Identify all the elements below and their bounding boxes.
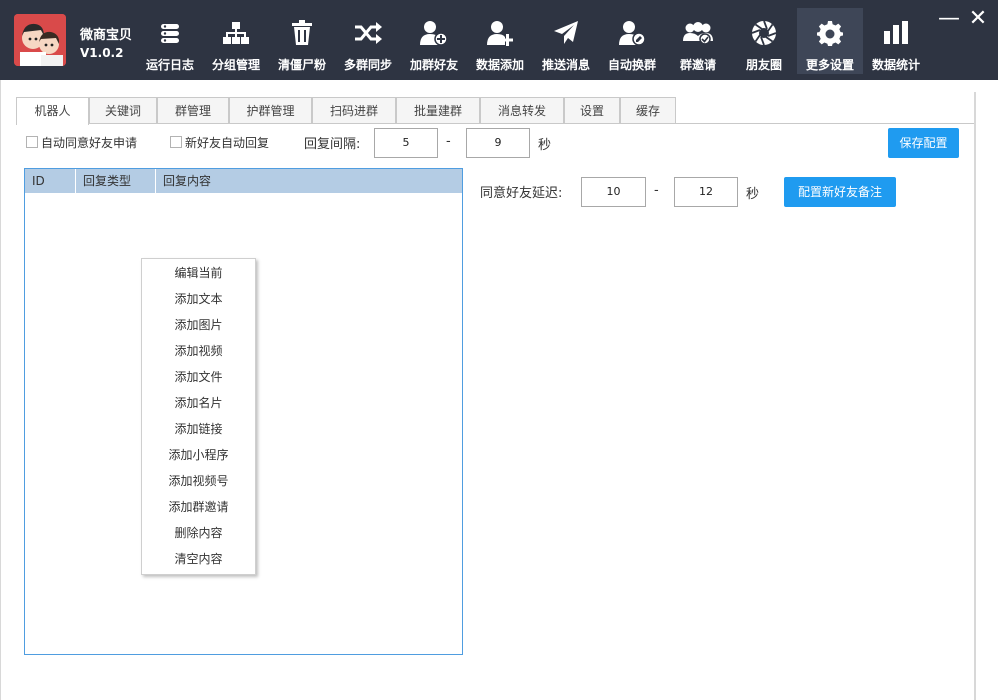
minimize-button[interactable]: — — [936, 6, 962, 32]
nav-label: 群邀请 — [679, 58, 716, 72]
panel-right-border — [974, 92, 976, 700]
tab-divider — [16, 123, 974, 124]
menu-item-add-file[interactable]: 添加文件 — [142, 364, 255, 390]
nav-label: 更多设置 — [805, 58, 854, 72]
tab-robot[interactable]: 机器人 — [16, 97, 89, 125]
menu-item-add-channels[interactable]: 添加视频号 — [142, 468, 255, 494]
context-menu: 编辑当前 添加文本 添加图片 添加视频 添加文件 添加名片 添加链接 添加小程序… — [141, 258, 256, 575]
nav-label: 清僵尸粉 — [277, 58, 326, 72]
nav-group-invite[interactable]: 群邀请 — [665, 8, 731, 74]
nav-label: 分组管理 — [211, 58, 260, 72]
auto-accept-label: 自动同意好友申请 — [41, 136, 138, 150]
menu-item-clear-content[interactable]: 清空内容 — [142, 546, 255, 572]
new-friend-reply-label: 新好友自动回复 — [185, 136, 270, 150]
group-invite-icon — [665, 20, 731, 46]
tab-message-forward[interactable]: 消息转发 — [480, 97, 564, 124]
tab-batch-create[interactable]: 批量建群 — [396, 97, 480, 124]
reply-interval-min-input[interactable]: 5 — [374, 128, 438, 158]
add-user-icon — [467, 20, 533, 46]
nav-add-group-friend[interactable]: 加群好友 — [401, 8, 467, 74]
nav-label: 自动换群 — [607, 58, 656, 72]
reply-interval-max-input[interactable]: 9 — [466, 128, 530, 158]
send-icon — [533, 20, 599, 46]
range-dash: - — [446, 134, 451, 149]
menu-item-add-text[interactable]: 添加文本 — [142, 286, 255, 312]
nav-label: 推送消息 — [541, 58, 590, 72]
nav-label: 加群好友 — [409, 58, 458, 72]
nav-label: 运行日志 — [145, 58, 194, 72]
panel-left-border — [0, 80, 1, 700]
seconds-unit: 秒 — [746, 187, 760, 202]
menu-item-add-group-invite[interactable]: 添加群邀请 — [142, 494, 255, 520]
new-friend-reply-checkbox[interactable] — [170, 136, 182, 148]
tab-group-manage[interactable]: 群管理 — [157, 97, 229, 124]
accept-delay-label: 同意好友延迟: — [480, 186, 563, 201]
shuffle-icon — [335, 20, 401, 46]
nav-label: 朋友圈 — [745, 58, 782, 72]
close-button[interactable]: ✕ — [965, 6, 991, 32]
gear-icon — [797, 20, 863, 46]
trash-icon — [269, 20, 335, 46]
group-tree-icon — [203, 20, 269, 46]
tab-cache[interactable]: 缓存 — [620, 97, 676, 124]
nav-moments[interactable]: 朋友圈 — [731, 8, 797, 74]
add-group-friend-icon — [401, 20, 467, 46]
save-config-button[interactable]: 保存配置 — [888, 128, 959, 158]
nav-label: 数据添加 — [475, 58, 524, 72]
menu-item-add-card[interactable]: 添加名片 — [142, 390, 255, 416]
app-name: 微商宝贝 — [80, 28, 133, 43]
app-logo-avatar — [14, 14, 66, 66]
menu-item-add-link[interactable]: 添加链接 — [142, 416, 255, 442]
list-header: ID 回复类型 回复内容 — [25, 169, 462, 193]
tab-scan-join[interactable]: 扫码进群 — [312, 97, 396, 124]
menu-item-add-image[interactable]: 添加图片 — [142, 312, 255, 338]
range-dash: - — [654, 183, 659, 198]
nav-label: 多群同步 — [343, 58, 392, 72]
accept-delay-max-input[interactable]: 12 — [674, 177, 738, 207]
reply-interval-label: 回复间隔: — [304, 137, 361, 152]
user-edit-icon — [599, 20, 665, 46]
log-icon — [137, 20, 203, 46]
tab-keywords[interactable]: 关键词 — [89, 97, 157, 124]
menu-item-add-mini-program[interactable]: 添加小程序 — [142, 442, 255, 468]
column-header-reply-content[interactable]: 回复内容 — [156, 169, 462, 193]
nav-label: 数据统计 — [871, 58, 920, 72]
nav-run-log[interactable]: 运行日志 — [137, 8, 203, 74]
bar-chart-icon — [863, 20, 929, 46]
tab-settings[interactable]: 设置 — [564, 97, 620, 124]
column-header-reply-type[interactable]: 回复类型 — [76, 169, 156, 193]
nav-group-manage[interactable]: 分组管理 — [203, 8, 269, 74]
aperture-icon — [731, 20, 797, 46]
menu-item-delete-content[interactable]: 删除内容 — [142, 520, 255, 546]
nav-push-message[interactable]: 推送消息 — [533, 8, 599, 74]
nav-more-settings[interactable]: 更多设置 — [797, 8, 863, 74]
nav-clean-zombie[interactable]: 清僵尸粉 — [269, 8, 335, 74]
auto-accept-checkbox[interactable] — [26, 136, 38, 148]
nav-data-add[interactable]: 数据添加 — [467, 8, 533, 74]
menu-item-edit-current[interactable]: 编辑当前 — [142, 260, 255, 286]
tab-group-protect[interactable]: 护群管理 — [229, 97, 312, 124]
menu-item-add-video[interactable]: 添加视频 — [142, 338, 255, 364]
app-version: V1.0.2 — [80, 46, 124, 60]
column-header-id[interactable]: ID — [25, 169, 76, 193]
nav-multi-group-sync[interactable]: 多群同步 — [335, 8, 401, 74]
nav-auto-switch-group[interactable]: 自动换群 — [599, 8, 665, 74]
configure-new-friend-remark-button[interactable]: 配置新好友备注 — [784, 177, 896, 207]
accept-delay-min-input[interactable]: 10 — [581, 177, 646, 207]
nav-data-stats[interactable]: 数据统计 — [863, 8, 929, 74]
top-toolbar: 微商宝贝 V1.0.2 运行日志 分组管理 清僵尸粉 多群同步 加群好友 数据添… — [0, 0, 998, 80]
seconds-unit: 秒 — [538, 138, 552, 153]
